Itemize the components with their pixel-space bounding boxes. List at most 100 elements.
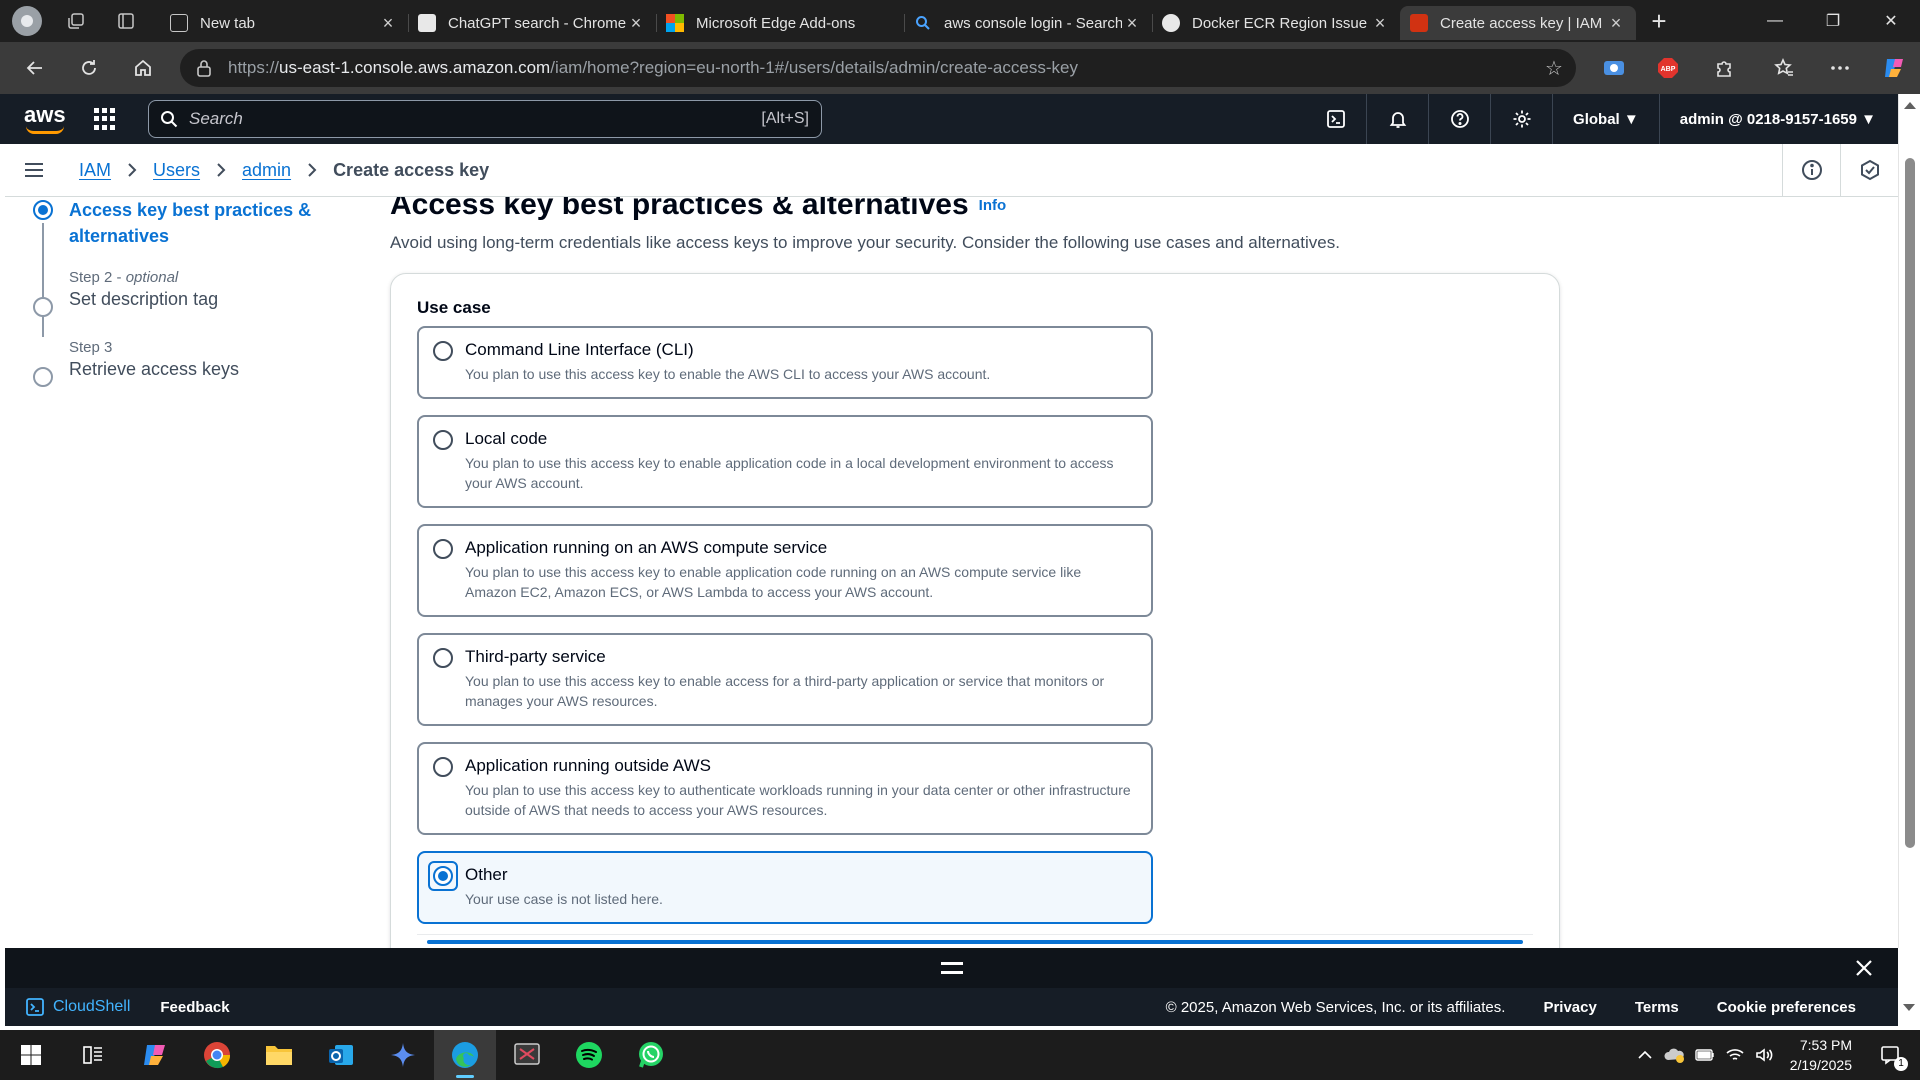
wizard-step-1[interactable]: Access key best practices & alternatives	[33, 197, 333, 323]
close-tab-icon[interactable]: ×	[378, 13, 398, 34]
back-icon[interactable]	[10, 48, 60, 88]
option-title: Application running outside AWS	[465, 756, 712, 775]
aws-iam-favicon-icon	[1410, 14, 1428, 32]
restore-icon[interactable]: ❐	[1804, 0, 1862, 42]
favorite-star-icon[interactable]: ☆	[1532, 56, 1576, 81]
close-tab-icon[interactable]: ×	[1122, 13, 1142, 34]
browser-tab-create-access-key[interactable]: Create access key | IAM | Global ×	[1400, 6, 1636, 40]
radio-button[interactable]	[433, 341, 453, 361]
spotify-icon[interactable]	[558, 1030, 620, 1080]
volume-icon[interactable]	[1750, 1047, 1780, 1063]
snipping-tool-icon[interactable]	[496, 1030, 558, 1080]
copilot-app-icon[interactable]	[124, 1030, 186, 1080]
settings-gear-icon[interactable]	[1491, 94, 1554, 144]
breadcrumb-users[interactable]: Users	[153, 160, 200, 181]
chrome-icon[interactable]	[186, 1030, 248, 1080]
home-icon[interactable]	[118, 48, 168, 88]
use-case-option-local-code[interactable]: Local code You plan to use this access k…	[417, 415, 1153, 508]
feedback-link[interactable]: Feedback	[160, 999, 229, 1016]
browser-tab-edge-addons[interactable]: Microsoft Edge Add-ons	[656, 6, 904, 40]
cloudshell-icon[interactable]	[1305, 94, 1368, 144]
close-tab-icon[interactable]: ×	[1370, 13, 1390, 34]
site-info-lock-icon[interactable]	[180, 59, 228, 77]
address-bar[interactable]: https://us-east-1.console.aws.amazon.com…	[180, 49, 1576, 87]
use-case-container: Use case Command Line Interface (CLI) Yo…	[390, 273, 1560, 948]
wizard-step-label: Set description tag	[69, 289, 219, 309]
windows-start-icon[interactable]	[0, 1030, 62, 1080]
region-selector[interactable]: Global ▼	[1553, 94, 1660, 144]
wifi-icon[interactable]	[1720, 1047, 1750, 1063]
close-tab-icon[interactable]: ×	[1606, 13, 1626, 34]
radio-button[interactable]	[433, 648, 453, 668]
whatsapp-icon[interactable]	[620, 1030, 682, 1080]
cloudshell-button[interactable]: CloudShell	[25, 997, 130, 1017]
wizard-step-label: Access key best practices & alternatives	[69, 200, 312, 246]
breadcrumb-admin[interactable]: admin	[242, 160, 291, 181]
info-panel-icon[interactable]	[1782, 144, 1840, 196]
adblock-plus-icon[interactable]: ABP	[1648, 50, 1688, 86]
info-link[interactable]: Info	[979, 197, 1007, 214]
services-menu-grid-icon[interactable]	[94, 108, 116, 130]
radio-button[interactable]	[433, 430, 453, 450]
step-indicator-icon	[33, 367, 53, 387]
chevron-right-icon	[307, 162, 317, 178]
profile-avatar-icon[interactable]	[12, 6, 42, 36]
screen-capture-extension-icon[interactable]	[1594, 50, 1634, 86]
scroll-down-arrow-icon[interactable]	[1903, 1004, 1915, 1011]
terms-link[interactable]: Terms	[1635, 999, 1679, 1016]
aws-logo[interactable]: aws	[24, 104, 68, 134]
use-case-option-aws-compute[interactable]: Application running on an AWS compute se…	[417, 524, 1153, 617]
drag-handle-icon[interactable]	[940, 962, 963, 974]
extensions-puzzle-icon[interactable]	[1704, 50, 1744, 86]
browser-tab-docker[interactable]: Docker ECR Region Issue ×	[1152, 6, 1400, 40]
account-menu[interactable]: admin @ 0218-9157-1659 ▼	[1660, 94, 1898, 144]
security-hub-icon[interactable]	[1840, 144, 1898, 196]
system-clock[interactable]: 7:53 PM 2/19/2025	[1790, 1035, 1852, 1075]
use-case-option-cli[interactable]: Command Line Interface (CLI) You plan to…	[417, 326, 1153, 399]
file-explorer-icon[interactable]	[248, 1030, 310, 1080]
cloudshell-label: CloudShell	[53, 998, 131, 1015]
close-window-icon[interactable]: ✕	[1862, 0, 1920, 42]
radio-button[interactable]	[433, 539, 453, 559]
breadcrumb-iam[interactable]: IAM	[79, 160, 111, 181]
browser-tab-new-tab[interactable]: New tab ×	[160, 6, 408, 40]
onedrive-warning-icon[interactable]	[1660, 1046, 1690, 1064]
refresh-icon[interactable]	[64, 48, 114, 88]
radio-button[interactable]	[433, 757, 453, 777]
widgets-icon[interactable]	[62, 1030, 124, 1080]
close-icon[interactable]	[1852, 956, 1876, 980]
help-icon[interactable]	[1429, 94, 1492, 144]
radio-button-selected[interactable]	[433, 866, 453, 886]
notifications-bell-icon[interactable]	[1367, 94, 1430, 144]
page-body: Access key best practices & alternatives…	[390, 197, 1560, 948]
scroll-up-arrow-icon[interactable]	[1904, 102, 1916, 109]
notifications-icon[interactable]: 1	[1876, 1045, 1908, 1071]
new-tab-plus-icon[interactable]: +	[1640, 5, 1678, 37]
tab-actions-icon[interactable]	[106, 5, 146, 37]
wizard-step-number: Step 3	[69, 339, 113, 356]
use-case-option-outside-aws[interactable]: Application running outside AWS You plan…	[417, 742, 1153, 835]
workspaces-icon[interactable]	[56, 5, 96, 37]
main-content: Access key best practices & alternatives…	[5, 197, 1898, 948]
browser-tab-search[interactable]: aws console login - Search ×	[904, 6, 1152, 40]
outlook-icon[interactable]	[310, 1030, 372, 1080]
cookie-preferences-link[interactable]: Cookie preferences	[1717, 999, 1856, 1016]
page-scrollbar[interactable]	[1898, 94, 1920, 948]
use-case-option-other[interactable]: Other Your use case is not listed here.	[417, 851, 1153, 924]
gemini-sparkle-icon[interactable]	[372, 1030, 434, 1080]
aws-search-input[interactable]: Search [Alt+S]	[148, 100, 822, 138]
battery-icon[interactable]	[1690, 1049, 1720, 1061]
more-options-icon[interactable]	[1820, 50, 1860, 86]
close-tab-icon[interactable]: ×	[626, 13, 646, 34]
favorites-icon[interactable]	[1764, 50, 1804, 86]
use-case-option-third-party[interactable]: Third-party service You plan to use this…	[417, 633, 1153, 726]
privacy-link[interactable]: Privacy	[1543, 999, 1596, 1016]
edge-browser-icon[interactable]	[434, 1030, 496, 1080]
minimize-icon[interactable]: —	[1746, 0, 1804, 42]
copilot-icon[interactable]	[1874, 50, 1914, 86]
chevron-up-icon[interactable]	[1630, 1050, 1660, 1060]
hamburger-menu-icon[interactable]	[5, 162, 63, 178]
browser-tab-chatgpt[interactable]: ChatGPT search - Chrome ×	[408, 6, 656, 40]
scrollbar-thumb[interactable]	[1905, 158, 1915, 848]
aws-top-nav: aws Search [Alt+S] Global ▼ admin @ 0218…	[0, 94, 1898, 144]
